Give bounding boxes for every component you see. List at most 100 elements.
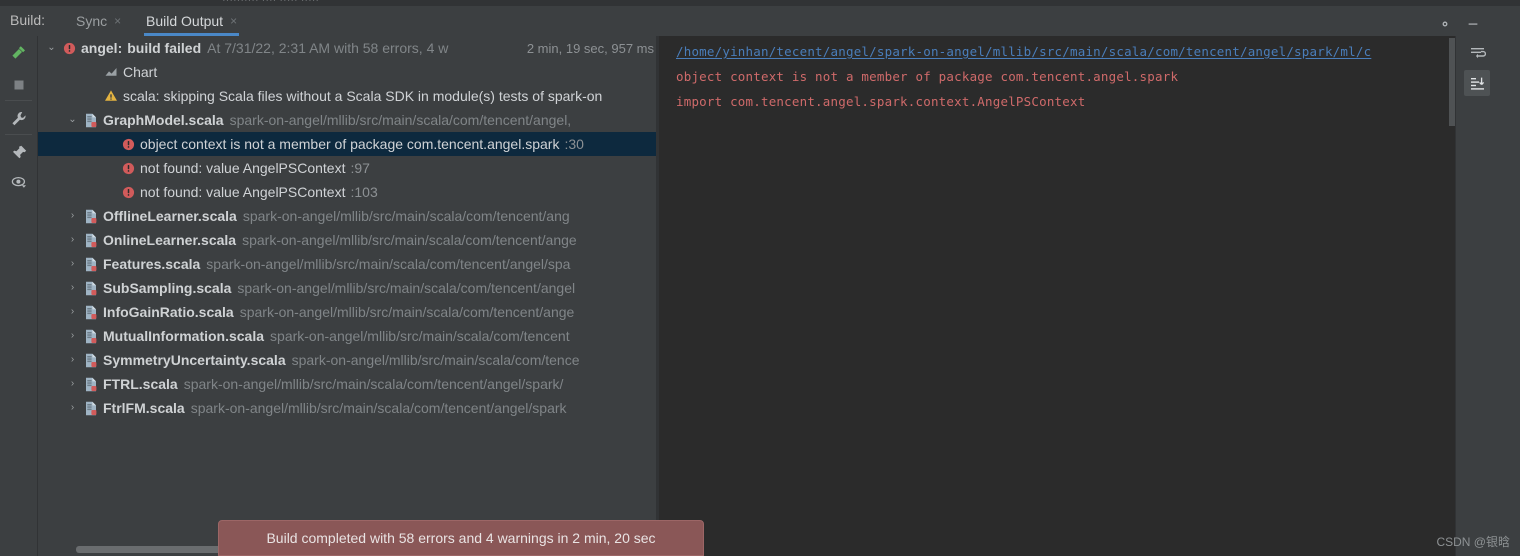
tree-row-filename: GraphModel.scala [103,112,224,128]
scala-file-error-icon [84,377,98,392]
chevron-right-icon[interactable]: › [66,210,79,223]
build-hammer-icon[interactable] [6,40,32,66]
tree-row-filename: FTRL.scala [103,376,178,392]
build-tool-window: ·········· ···· ····· ····· Build: Sync … [0,0,1520,556]
tree-row-message: not found: value AngelPSContext [140,184,346,200]
scroll-to-end-icon[interactable] [1464,70,1490,96]
tree-row-filename: SymmetryUncertainty.scala [103,352,286,368]
warning-icon [104,89,118,103]
tree-row-filename: MutualInformation.scala [103,328,265,344]
scala-file-error-icon [84,401,98,416]
tree-row-path: spark-on-angel/mllib/src/main/scala/com/… [239,304,575,320]
chevron-down-icon[interactable]: ⌄ [66,114,79,127]
tree-row-filename: OfflineLearner.scala [103,208,237,224]
build-tabbar: Build: Sync × Build Output × [0,6,1520,37]
chevron-right-icon[interactable]: › [66,402,79,415]
tree-row-file[interactable]: › OfflineLearner.scala spark-on-angel/mlli… [38,204,656,228]
build-status-toast[interactable]: Build completed with 58 errors and 4 war… [218,520,704,556]
chevron-down-icon[interactable]: ⌄ [45,42,58,55]
console-right-toolbar [1455,36,1520,556]
scala-file-error-icon [84,209,98,224]
tree-row-root[interactable]: ⌄ angel: build failed At 7/31/22, 2:31 A… [38,36,656,60]
error-icon [122,138,135,151]
tabbar-label: Build: [10,12,46,28]
chevron-right-icon[interactable]: › [66,234,79,247]
scala-file-error-icon [84,353,98,368]
tree-row-warning[interactable]: scala: skipping Scala files without a Sc… [38,84,656,108]
tree-row-file[interactable]: › SubSampling.scala spark-on-angel/mllib/s… [38,276,656,300]
build-console[interactable]: /home/yinhan/tecent/angel/spark-on-angel… [659,36,1455,556]
tree-row-file[interactable]: › OnlineLearner.scala spark-on-angel/mllib… [38,228,656,252]
tree-row-file[interactable]: › MutualInformation.scala spark-on-angel/m… [38,324,656,348]
chevron-right-icon[interactable]: › [66,258,79,271]
error-icon [122,162,135,175]
build-status-toast-text: Build completed with 58 errors and 4 war… [266,530,656,546]
scala-file-error-icon [84,113,98,128]
pin-icon[interactable] [6,140,32,166]
tree-row-path: spark-on-angel/mllib/src/main/scala/com/… [229,112,572,128]
wrench-settings-icon[interactable] [6,106,32,132]
tree-row-path: spark-on-angel/mllib/src/main/scala/com/… [206,256,571,272]
scala-file-error-icon [84,233,98,248]
tree-row-filename: SubSampling.scala [103,280,232,296]
tree-row-label: scala: skipping Scala files without a Sc… [123,88,603,104]
tree-row-file[interactable]: ⌄ GraphModel.scala spark-on-angel/mllib/sr… [38,108,656,132]
tree-row-file[interactable]: › FTRL.scala spark-on-angel/mllib/src/main… [38,372,656,396]
rail-divider-2 [5,134,32,135]
tree-row-path: spark-on-angel/mllib/src/main/scala/com/… [183,376,564,392]
tab-build-output[interactable]: Build Output × [138,6,243,36]
console-error-line-1: object context is not a member of packag… [676,69,1179,84]
error-icon [63,42,76,55]
scala-file-error-icon [84,329,98,344]
console-file-path-link[interactable]: /home/yinhan/tecent/angel/spark-on-angel… [676,44,1371,59]
tree-row-message: not found: value AngelPSContext [140,160,346,176]
stop-icon[interactable] [6,72,32,98]
rail-divider-1 [5,100,32,101]
tab-build-output-label: Build Output [146,13,224,29]
chevron-right-icon[interactable]: › [66,378,79,391]
tree-row-line-number: :30 [564,136,584,152]
tree-row-file[interactable]: › SymmetryUncertainty.scala spark-on-angel… [38,348,656,372]
chevron-right-icon[interactable]: › [66,354,79,367]
tree-row-filename: InfoGainRatio.scala [103,304,234,320]
watermark: CSDN @银晗 [1436,535,1510,549]
tree-row-file[interactable]: › FtrlFM.scala spark-on-angel/mllib/src/ma… [38,396,656,420]
console-error-line-2: import com.tencent.angel.spark.context.A… [676,94,1086,109]
chevron-right-icon[interactable]: › [66,330,79,343]
tree-row-error[interactable]: object context is not a member of packag… [38,132,656,156]
tree-row-path: spark-on-angel/mllib/src/main/scala/com/… [237,280,576,296]
tab-sync[interactable]: Sync × [68,6,127,36]
chevron-right-icon[interactable]: › [66,306,79,319]
tree-row-line-number: :103 [350,184,378,200]
scala-file-error-icon [84,257,98,272]
scala-file-error-icon [84,305,98,320]
minimize-icon[interactable] [1464,15,1482,33]
tree-row-error[interactable]: not found: value AngelPSContext:103 [38,180,656,204]
tree-row-file[interactable]: › InfoGainRatio.scala spark-on-angel/mllib… [38,300,656,324]
tree-row-line-number: :97 [350,160,370,176]
tree-row-path: spark-on-angel/mllib/src/main/scala/com/… [242,208,570,224]
tab-sync-close-icon[interactable]: × [114,15,121,27]
gear-icon[interactable] [1436,15,1454,33]
eye-filter-icon[interactable] [6,170,32,196]
tree-row-label: Chart [123,64,158,80]
build-tree[interactable]: ⌄ angel: build failed At 7/31/22, 2:31 A… [38,36,656,556]
build-left-toolbar [0,36,38,556]
tree-row-chart[interactable]: Chart [38,60,656,84]
tree-root-details: At 7/31/22, 2:31 AM with 58 errors, 4 w [207,40,449,56]
tree-row-file[interactable]: › Features.scala spark-on-angel/mllib/src/… [38,252,656,276]
tree-root-duration: 2 min, 19 sec, 957 ms [522,40,654,56]
chart-icon [104,65,118,79]
tree-root-title: angel: [81,40,123,56]
tree-row-filename: FtrlFM.scala [103,400,185,416]
tree-row-path: spark-on-angel/mllib/src/main/scala/com/… [270,328,570,344]
soft-wrap-icon[interactable] [1464,40,1490,66]
tree-row-filename: OnlineLearner.scala [103,232,237,248]
tree-row-error[interactable]: not found: value AngelPSContext:97 [38,156,656,180]
tree-row-path: spark-on-angel/mllib/src/main/scala/com/… [291,352,580,368]
tree-row-filename: Features.scala [103,256,201,272]
error-icon [122,186,135,199]
tree-row-message: object context is not a member of packag… [140,136,560,152]
chevron-right-icon[interactable]: › [66,282,79,295]
tab-build-output-close-icon[interactable]: × [230,15,237,27]
